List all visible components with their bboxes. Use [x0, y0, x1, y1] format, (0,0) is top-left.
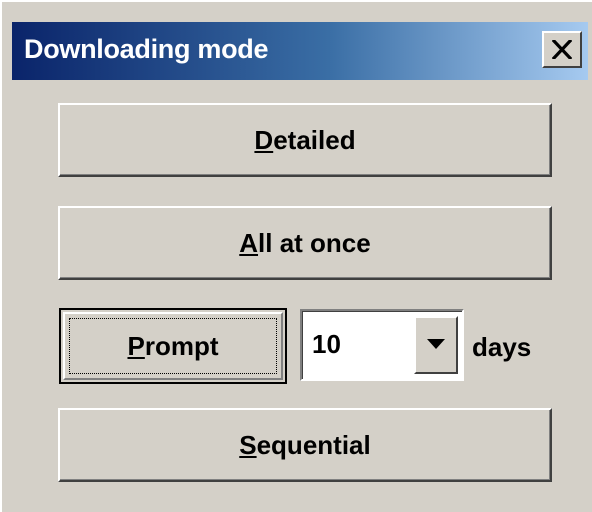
days-label: days: [472, 332, 532, 362]
sequential-mnemonic: S: [239, 429, 257, 460]
title-bar[interactable]: Downloading mode: [12, 22, 588, 80]
dialog-window: Downloading mode Detailed All at once Pr…: [0, 0, 592, 512]
days-combobox[interactable]: 10: [300, 309, 464, 381]
all-at-once-label: ll at once: [258, 227, 371, 258]
prompt-mnemonic: P: [127, 330, 145, 361]
prompt-button[interactable]: Prompt: [59, 308, 287, 384]
chevron-down-icon: [427, 339, 445, 349]
all-at-once-button[interactable]: All at once: [58, 206, 552, 280]
close-button[interactable]: [542, 31, 582, 68]
dropdown-button[interactable]: [414, 316, 458, 374]
window-title: Downloading mode: [24, 34, 269, 64]
days-value: 10: [312, 329, 341, 359]
detailed-label: etailed: [273, 124, 356, 155]
prompt-label-wrap: Prompt: [127, 331, 218, 362]
sequential-button[interactable]: Sequential: [58, 408, 552, 482]
all-at-once-mnemonic: A: [239, 227, 259, 258]
sequential-label: equential: [256, 429, 371, 460]
detailed-mnemonic: D: [254, 124, 274, 155]
prompt-label: rompt: [144, 330, 219, 361]
close-icon: [552, 40, 572, 59]
detailed-button[interactable]: Detailed: [58, 103, 552, 177]
